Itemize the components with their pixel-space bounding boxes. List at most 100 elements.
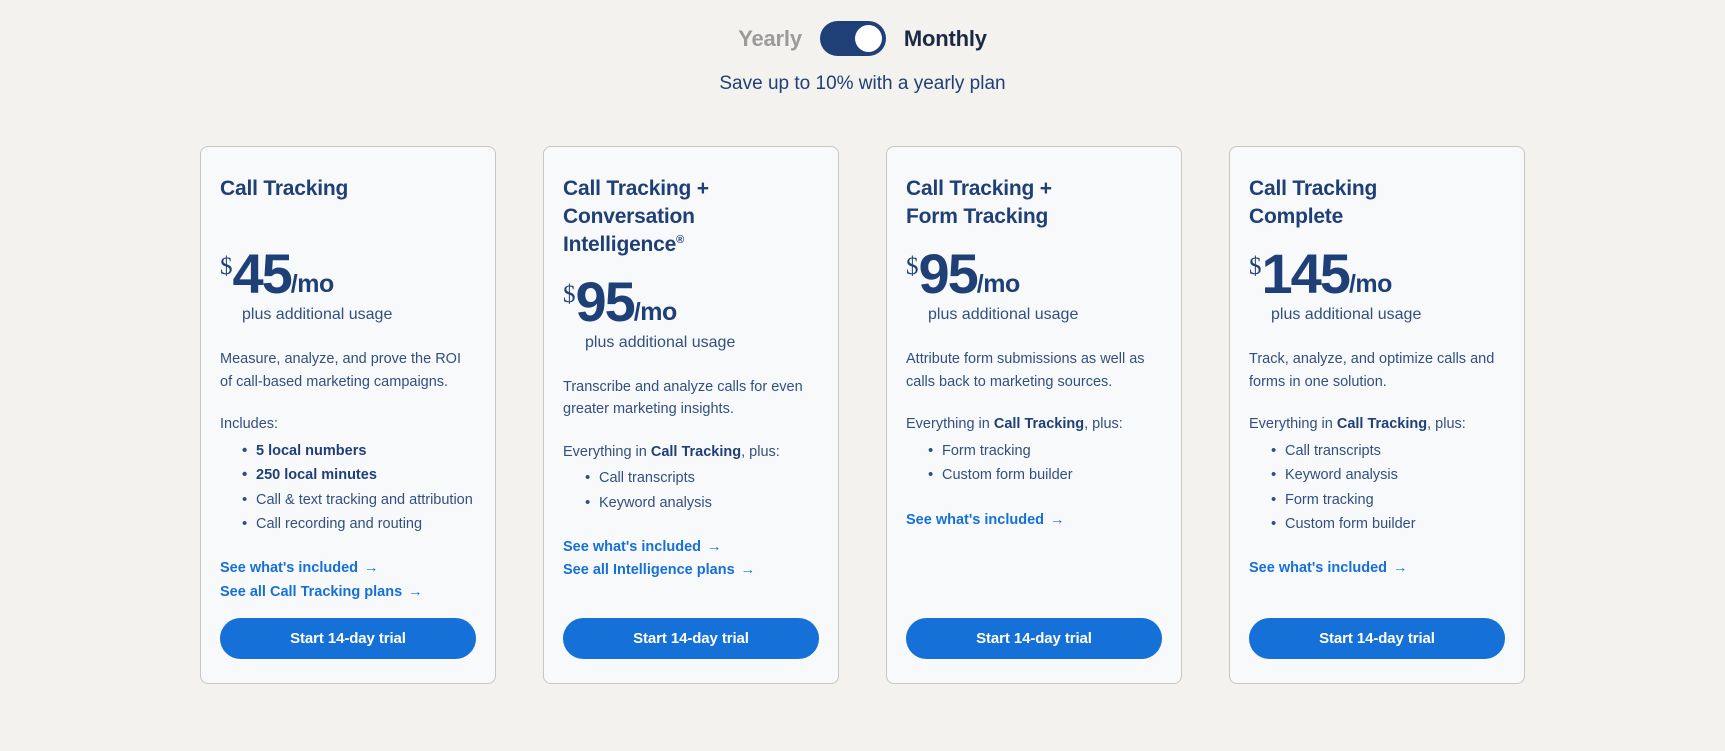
plan-link-label: See what's included [906,511,1045,528]
plan-link[interactable]: See what's included → [563,536,819,559]
price-amount: 95 [918,242,979,305]
plan-link-label: See all Intelligence plans [563,562,735,579]
price-note: plus additional usage [1271,306,1422,324]
toggle-label-yearly[interactable]: Yearly [738,26,802,52]
plan-description: Track, analyze, and optimize calls and f… [1249,351,1495,390]
plan-title-line-1: Call Tracking [220,177,349,200]
plan-title: Call Tracking + Form Tracking [906,175,1162,231]
price-currency-symbol: $ [906,253,919,280]
plan-feature-item: Form tracking [928,440,1162,463]
switch-knob [854,25,882,52]
toggle-label-monthly[interactable]: Monthly [904,26,987,52]
plan-link-label: See what's included [1249,560,1388,577]
plan-title-line-2: Form Tracking [906,204,1049,228]
plan-link-label: See all Call Tracking plans [220,583,403,600]
includes-bold-term: Call Tracking [650,443,742,460]
plan-link[interactable]: See what's included → [220,557,476,580]
plan-link[interactable]: See what's included → [906,509,1162,532]
card-spacer [220,604,476,618]
plan-title: Call Tracking Complete [1249,175,1505,231]
includes-prefix: Everything in [906,416,994,433]
arrow-right-icon: → [1389,560,1408,577]
plan-includes-label: Includes: [220,413,476,435]
includes-suffix: , plus: [741,443,780,460]
plan-includes-label: Everything in Call Tracking, plus: [563,441,819,463]
pricing-page: Yearly Monthly Save up to 10% with a yea… [0,0,1725,751]
plan-feature-item: Call recording and routing [242,513,476,536]
price-note: plus additional usage [242,306,393,324]
arrow-right-icon: → [703,539,722,556]
plan-feature-item: Call & text tracking and attribution [242,488,476,511]
card-spacer [1249,581,1505,618]
plan-link-label: See what's included [563,539,702,556]
plan-title-line-2: Complete [1249,204,1344,228]
includes-bold-term: Call Tracking [993,416,1085,433]
includes-prefix: Everything in [563,443,651,460]
savings-note: Save up to 10% with a yearly plan [719,73,1006,94]
price-currency-symbol: $ [1249,253,1262,280]
price-note: plus additional usage [585,333,736,351]
plan-links: See what's included → See all Intelligenc… [563,536,819,582]
plan-price: $45/mo [220,245,476,301]
plan-feature-list: 5 local numbers250 local minutesCall & t… [220,438,476,536]
plan-title-line-1: Call Tracking + [906,177,1052,200]
plan-includes-label: Everything in Call Tracking, plus: [1249,413,1505,435]
price-period: /mo [1348,270,1392,299]
plan-feature-item: 250 local minutes [242,464,476,487]
plan-description: Transcribe and analyze calls for even gr… [563,378,803,418]
plan-title-line-1: Call Tracking + [563,177,709,200]
plan-feature-item: Form tracking [1271,488,1505,511]
plan-card: Call Tracking Complete $145/mo plus additio… [1229,146,1525,684]
plan-description: Measure, analyze, and prove the ROI of c… [220,351,461,390]
plan-feature-item: 5 local numbers [242,440,476,463]
plan-title-line-1: Call Tracking [1249,177,1378,200]
plan-card: Call Tracking + Form Tracking $95/mo plus a… [886,146,1182,684]
includes-prefix: Everything in [1249,416,1337,433]
plan-feature-item: Call transcripts [1271,440,1505,463]
price-period: /mo [633,297,677,326]
plan-feature-item: Custom form builder [1271,513,1505,536]
price-period: /mo [290,270,334,299]
plan-link-label: See what's included [220,560,359,577]
plan-card-list: Call Tracking $45/mo plus additional usage… [0,146,1725,684]
plan-feature-list: Call transcriptsKeyword analysisForm tra… [1249,438,1505,536]
billing-period-switch[interactable] [819,21,886,56]
plan-price: $95/mo [563,269,819,333]
price-amount: 145 [1261,242,1351,305]
plan-title: Call Tracking + Conversation Intelligence… [563,175,819,259]
plan-card: Call Tracking + Conversation Intelligence… [543,146,839,684]
start-trial-button[interactable]: Start 14-day trial [563,617,819,659]
plan-link[interactable]: See what's included → [1249,557,1505,580]
includes-suffix: , plus: [1427,416,1466,433]
card-spacer [563,583,819,618]
price-note: plus additional usage [928,306,1079,324]
start-trial-button[interactable]: Start 14-day trial [220,617,476,659]
arrow-right-icon: → [404,583,423,600]
arrow-right-icon: → [360,560,379,577]
plan-link[interactable]: See all Intelligence plans → [563,559,819,582]
plan-feature-item: Call transcripts [585,467,819,490]
plan-feature-item: Keyword analysis [585,492,819,515]
arrow-right-icon: → [1046,511,1065,528]
billing-period-toggle-row: Yearly Monthly [0,0,1725,56]
plan-title-line-2: Conversation Intelligence [563,204,695,256]
plan-links: See what's included → [906,509,1162,532]
start-trial-button[interactable]: Start 14-day trial [1249,617,1505,659]
arrow-right-icon: → [736,562,756,579]
plan-title: Call Tracking [220,175,476,231]
plan-feature-list: Form trackingCustom form builder [906,438,1162,487]
plan-links: See what's included → [1249,557,1505,580]
plan-price: $95/mo [906,242,1162,305]
plan-link[interactable]: See all Call Tracking plans → [220,581,476,604]
plan-card: Call Tracking $45/mo plus additional usage… [200,146,496,684]
includes-suffix: , plus: [1084,416,1123,433]
price-amount: 95 [575,269,636,333]
price-period: /mo [976,270,1020,299]
includes-prefix: Includes: [220,416,279,433]
registered-trademark-icon: ® [676,233,685,246]
start-trial-button[interactable]: Start 14-day trial [906,617,1162,659]
price-currency-symbol: $ [563,280,576,308]
card-spacer [906,532,1162,618]
plan-feature-list: Call transcriptsKeyword analysis [563,465,819,514]
plan-feature-item: Keyword analysis [1271,464,1505,487]
